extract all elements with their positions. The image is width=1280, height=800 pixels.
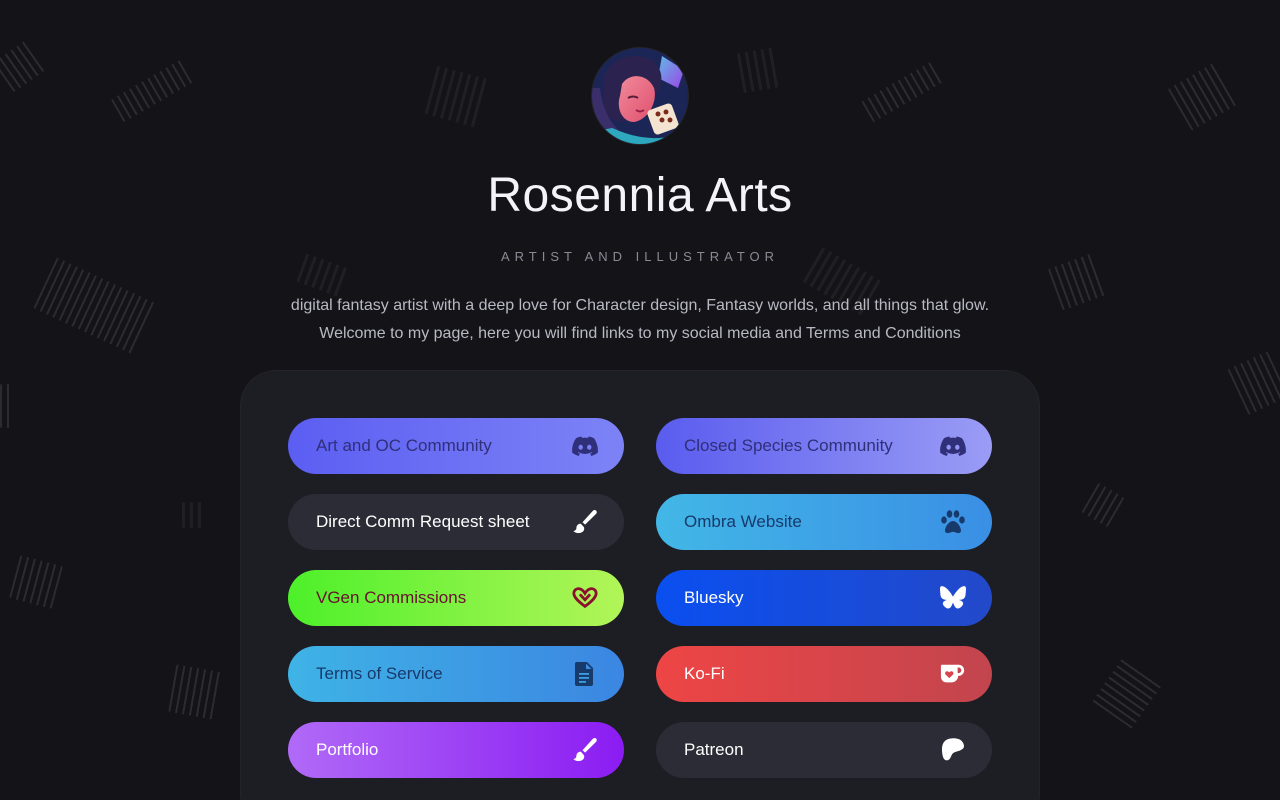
- discord-icon: [572, 433, 598, 459]
- bio-line-2: Welcome to my page, here you will find l…: [319, 325, 961, 342]
- avatar-illustration: [592, 48, 688, 144]
- profile-avatar: [592, 48, 688, 144]
- link-label: VGen Commissions: [316, 588, 467, 607]
- bio-line-1: digital fantasy artist with a deep love …: [290, 297, 990, 314]
- links-grid: Art and OC Community Closed Species Comm…: [288, 418, 992, 778]
- link-label: Patreon: [684, 740, 744, 759]
- link-bluesky[interactable]: Bluesky: [656, 570, 992, 626]
- kofi-cup-icon: [940, 661, 966, 687]
- link-direct-comm-request[interactable]: Direct Comm Request sheet: [288, 494, 624, 550]
- profile-name: Rosennia Arts: [487, 169, 793, 222]
- profile-bio: digital fantasy artist with a deep love …: [0, 292, 1280, 348]
- link-ko-fi[interactable]: Ko-Fi: [656, 646, 992, 702]
- vgen-icon: [572, 585, 598, 611]
- link-label: Ombra Website: [684, 512, 802, 531]
- paw-icon: [940, 509, 966, 535]
- profile-tagline: ARTIST AND ILLUSTRATOR: [500, 249, 780, 264]
- link-terms-of-service[interactable]: Terms of Service: [288, 646, 624, 702]
- link-label: Closed Species Community: [684, 436, 893, 455]
- link-patreon[interactable]: Patreon: [656, 722, 992, 778]
- link-art-oc-community[interactable]: Art and OC Community: [288, 418, 624, 474]
- link-label: Bluesky: [684, 588, 744, 607]
- link-label: Ko-Fi: [684, 664, 725, 683]
- link-page: Rosennia Arts ARTIST AND ILLUSTRATOR dig…: [0, 0, 1280, 800]
- patreon-icon: [940, 737, 966, 763]
- brush-icon: [572, 737, 598, 763]
- brush-icon: [572, 509, 598, 535]
- butterfly-icon: [940, 585, 966, 611]
- link-portfolio[interactable]: Portfolio: [288, 722, 624, 778]
- link-label: Direct Comm Request sheet: [316, 512, 530, 531]
- link-ombra-website[interactable]: Ombra Website: [656, 494, 992, 550]
- link-label: Portfolio: [316, 740, 379, 759]
- discord-icon: [940, 433, 966, 459]
- document-icon: [572, 661, 598, 687]
- link-closed-species-community[interactable]: Closed Species Community: [656, 418, 992, 474]
- link-label: Terms of Service: [316, 664, 443, 683]
- link-label: Art and OC Community: [316, 436, 492, 455]
- link-vgen-commissions[interactable]: VGen Commissions: [288, 570, 624, 626]
